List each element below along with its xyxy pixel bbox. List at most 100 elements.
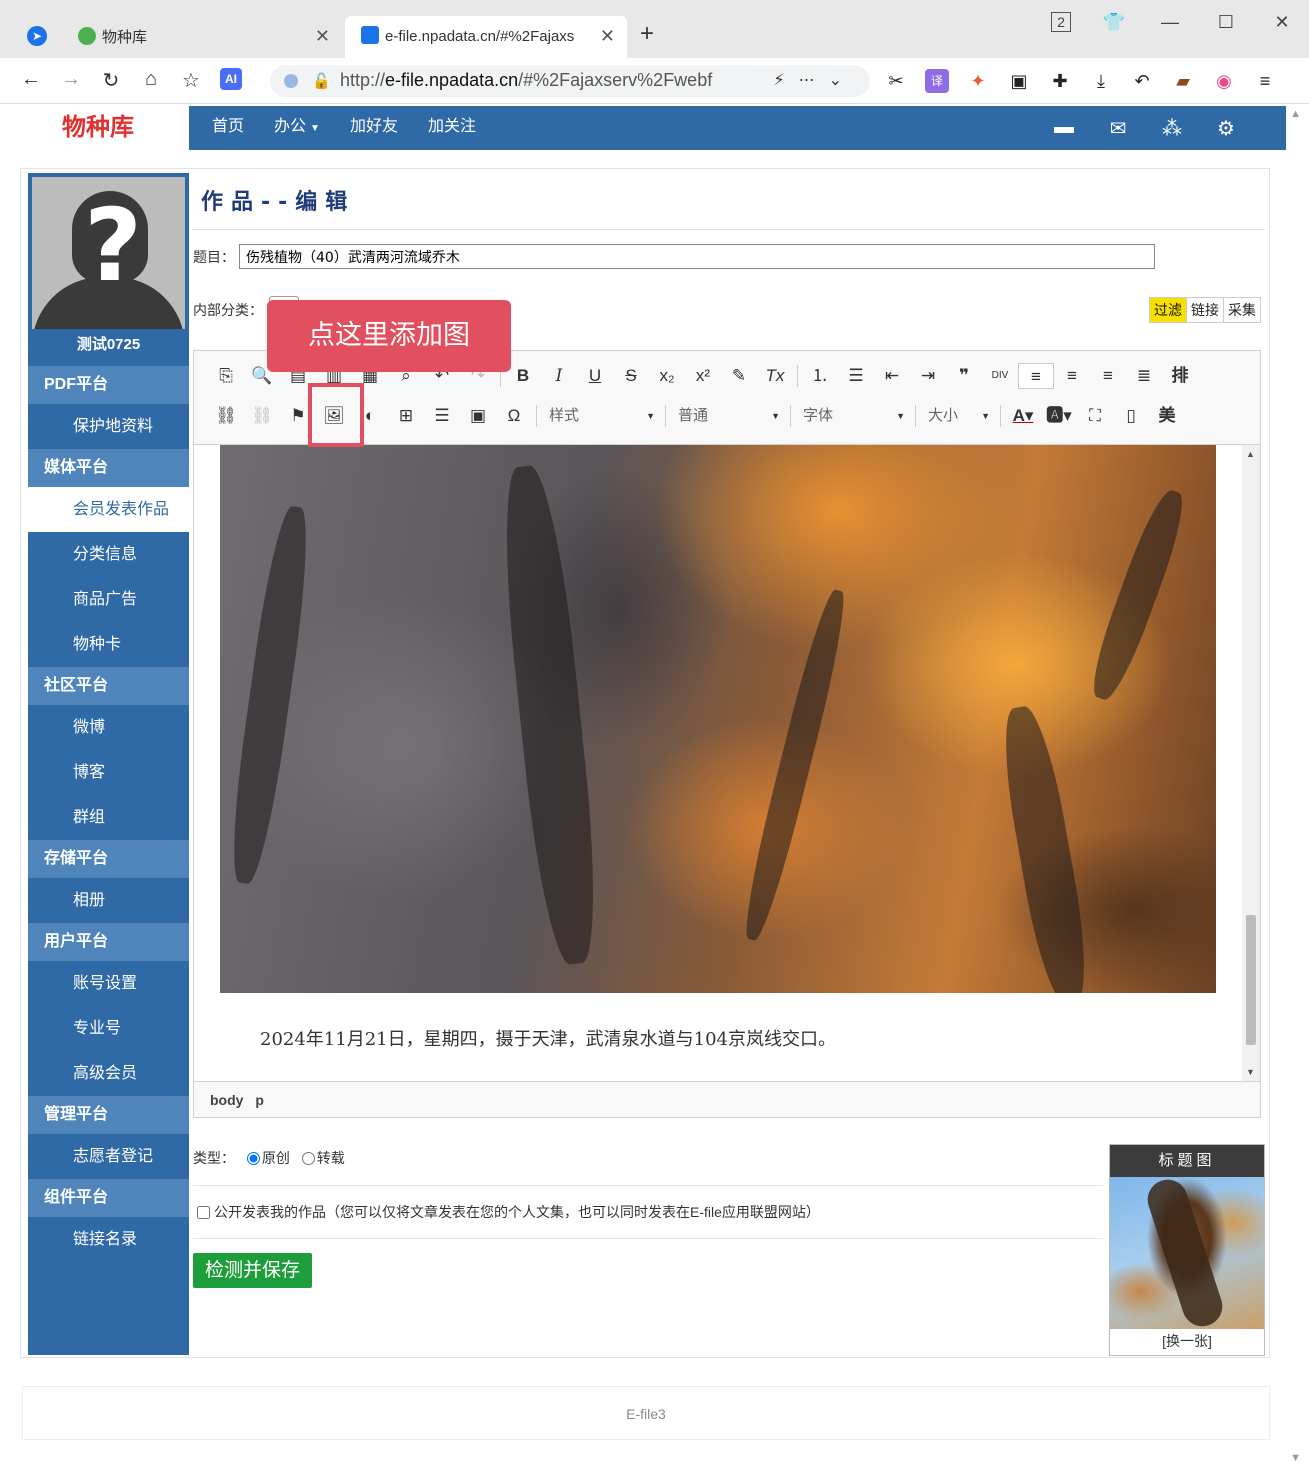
- minimize-icon[interactable]: —: [1157, 12, 1183, 33]
- sidebar-group-13[interactable]: 用户平台: [28, 923, 189, 961]
- tab-count-badge[interactable]: 2: [1051, 12, 1071, 32]
- align-center-icon[interactable]: ≡: [1054, 363, 1090, 389]
- nav-office[interactable]: 办公 ▼: [274, 106, 320, 150]
- sidebar-group-0[interactable]: PDF平台: [28, 366, 189, 404]
- change-image-link[interactable]: [换一张]: [1110, 1329, 1264, 1353]
- page-scroll-up-icon[interactable]: ▲: [1290, 108, 1301, 120]
- forward-icon[interactable]: →: [60, 68, 82, 93]
- sidebar-item-6[interactable]: 物种卡: [28, 622, 189, 667]
- sidebar-item-15[interactable]: 专业号: [28, 1006, 189, 1051]
- colorful-app-icon[interactable]: ◉: [1212, 69, 1236, 93]
- sidebar-item-20[interactable]: 链接名录: [28, 1217, 189, 1262]
- sidebar-item-12[interactable]: 相册: [28, 878, 189, 923]
- sidebar-item-14[interactable]: 账号设置: [28, 961, 189, 1006]
- back-icon[interactable]: ←: [20, 68, 42, 93]
- strikethrough-icon[interactable]: S: [613, 363, 649, 389]
- scroll-up-arrow-icon[interactable]: ▲: [1246, 449, 1255, 459]
- close-tab-icon[interactable]: ✕: [315, 26, 330, 47]
- iframe-icon[interactable]: ▣: [460, 403, 496, 429]
- insecure-lock-icon[interactable]: 🔓: [312, 72, 331, 90]
- editor-element-path[interactable]: body p: [194, 1081, 1260, 1117]
- sidebar-item-10[interactable]: 群组: [28, 795, 189, 840]
- browser-tab-1[interactable]: 物种库 ✕: [62, 16, 342, 58]
- style-combo[interactable]: 样式 ▼: [541, 403, 661, 429]
- show-blocks-icon[interactable]: ▯: [1113, 403, 1149, 429]
- unlink-icon[interactable]: ⛓: [244, 403, 280, 429]
- address-bar[interactable]: 🔓 http://e-file.npadata.cn/#%2Fajaxserv%…: [270, 65, 870, 97]
- sidebar-item-18[interactable]: 志愿者登记: [28, 1134, 189, 1179]
- sidebar-group-19[interactable]: 组件平台: [28, 1179, 189, 1217]
- public-checkbox[interactable]: [197, 1206, 210, 1219]
- subject-input[interactable]: [239, 244, 1155, 269]
- translate-icon[interactable]: 译: [925, 69, 949, 93]
- sidebar-group-11[interactable]: 存储平台: [28, 840, 189, 878]
- bg-color-icon[interactable]: 🅰▾: [1041, 403, 1077, 429]
- briefcase-icon[interactable]: ▰: [1171, 69, 1195, 93]
- sidebar-item-5[interactable]: 商品广告: [28, 577, 189, 622]
- sidebar-item-4[interactable]: 分类信息: [28, 532, 189, 577]
- filter-button[interactable]: 过滤: [1150, 298, 1186, 322]
- layout-icon[interactable]: 排: [1162, 363, 1198, 389]
- home-icon[interactable]: ⌂: [140, 68, 162, 93]
- sidebar-item-16[interactable]: 高级会员: [28, 1051, 189, 1096]
- blockquote-icon[interactable]: ❞: [946, 363, 982, 389]
- public-label[interactable]: 公开发表我的作品（您可以仅将文章发表在您的个人文集，也可以同时发表在E-file…: [214, 1204, 820, 1220]
- type-original-label[interactable]: 原创: [262, 1150, 290, 1166]
- site-logo[interactable]: 物种库: [7, 106, 189, 150]
- avatar[interactable]: ?: [32, 177, 185, 329]
- numbered-list-icon[interactable]: ⒈: [802, 363, 838, 389]
- photo-caption[interactable]: 2024年11月21日，星期四，摄于天津，武清泉水道与104京岚线交口。: [260, 1025, 836, 1051]
- align-left-icon[interactable]: ≡: [1018, 363, 1054, 389]
- sidebar-group-17[interactable]: 管理平台: [28, 1096, 189, 1134]
- table-icon[interactable]: ⊞: [388, 403, 424, 429]
- close-window-icon[interactable]: ✕: [1269, 12, 1295, 33]
- shirt-icon[interactable]: 👕: [1101, 12, 1127, 33]
- horizontal-rule-icon[interactable]: ☰: [424, 403, 460, 429]
- type-repost-radio[interactable]: [301, 1152, 315, 1165]
- browser-tab-2[interactable]: e-file.npadata.cn/#%2Fajaxs ✕: [345, 16, 627, 58]
- link-button[interactable]: 链接: [1186, 298, 1223, 322]
- mail-icon[interactable]: ✉: [1106, 116, 1130, 141]
- sidebar-item-8[interactable]: 微博: [28, 705, 189, 750]
- editor-content[interactable]: 2024年11月21日，星期四，摄于天津，武清泉水道与104京岚线交口。: [194, 445, 1242, 1081]
- network-icon[interactable]: ⁂: [1160, 116, 1184, 141]
- type-original-radio[interactable]: [246, 1152, 260, 1165]
- special-char-icon[interactable]: Ω: [496, 403, 532, 429]
- sidebar-item-9[interactable]: 博客: [28, 750, 189, 795]
- sidebar-item-3[interactable]: 会员发表作品: [28, 487, 189, 532]
- check-and-save-button[interactable]: 检测并保存: [193, 1253, 313, 1288]
- address-actions[interactable]: ⚡⋯⌄: [773, 70, 856, 90]
- type-repost-label[interactable]: 转载: [317, 1150, 345, 1166]
- close-tab-icon[interactable]: ✕: [600, 26, 615, 47]
- italic-icon[interactable]: I: [541, 363, 577, 389]
- format-combo[interactable]: 普通 ▼: [670, 403, 786, 429]
- subscript-icon[interactable]: x₂: [649, 363, 685, 389]
- bark-photo[interactable]: [220, 445, 1216, 993]
- format-painter-icon[interactable]: ✎: [721, 363, 757, 389]
- link-icon[interactable]: ⛓: [208, 403, 244, 429]
- nav-home[interactable]: 首页: [212, 106, 244, 150]
- text-color-icon[interactable]: A▾: [1005, 403, 1041, 429]
- collect-button[interactable]: 采集: [1223, 298, 1260, 322]
- superscript-icon[interactable]: x²: [685, 363, 721, 389]
- outdent-icon[interactable]: ⇤: [874, 363, 910, 389]
- editor-scrollbar[interactable]: ▲ ▼: [1242, 445, 1260, 1081]
- scrollbar-thumb[interactable]: [1246, 915, 1256, 1045]
- div-icon[interactable]: DIV: [982, 363, 1018, 389]
- maximize-editor-icon[interactable]: ⛶: [1077, 403, 1113, 429]
- scissors-icon[interactable]: ✂: [884, 69, 908, 93]
- settings-gear-icon[interactable]: ⚙: [1214, 116, 1238, 141]
- ai-icon[interactable]: AI: [220, 68, 242, 90]
- browser-menu-icon[interactable]: ➤: [27, 26, 47, 46]
- sidebar-group-7[interactable]: 社区平台: [28, 667, 189, 705]
- download-icon[interactable]: ⤓: [1089, 69, 1113, 93]
- new-tab-icon[interactable]: +: [640, 20, 654, 48]
- justify-icon[interactable]: ≣: [1126, 363, 1162, 389]
- beautify-icon[interactable]: 美: [1149, 403, 1185, 429]
- sidebar-item-1[interactable]: 保护地资料: [28, 404, 189, 449]
- puzzle-icon[interactable]: ✚: [1048, 69, 1072, 93]
- maximize-icon[interactable]: ☐: [1213, 12, 1239, 33]
- align-right-icon[interactable]: ≡: [1090, 363, 1126, 389]
- game-icon[interactable]: ✦: [966, 69, 990, 93]
- font-combo[interactable]: 字体 ▼: [795, 403, 911, 429]
